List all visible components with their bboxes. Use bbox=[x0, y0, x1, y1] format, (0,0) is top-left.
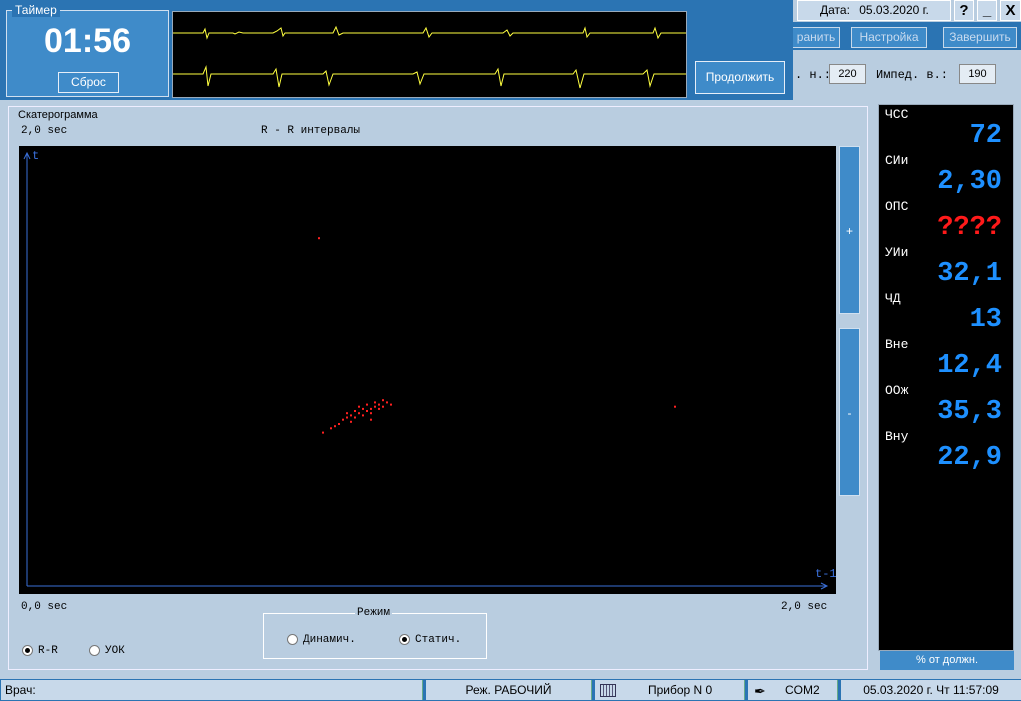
y-axis-label: t bbox=[32, 149, 40, 163]
dynamic-label[interactable]: Динамич. bbox=[303, 634, 356, 646]
ecg-traces bbox=[173, 25, 686, 89]
scatter-point bbox=[342, 418, 344, 421]
scatter-point bbox=[386, 401, 388, 404]
settings-button[interactable]: Настройка bbox=[851, 27, 927, 48]
device-status: Прибор N 0 bbox=[595, 680, 745, 700]
scatter-canvas bbox=[23, 151, 829, 590]
scatter-point bbox=[346, 416, 348, 419]
scatter-point bbox=[382, 399, 384, 402]
rr-label[interactable]: R-R bbox=[38, 645, 58, 657]
scatter-point bbox=[382, 405, 384, 408]
scatter-point bbox=[350, 420, 352, 423]
date-value: 05.03.2020 г. bbox=[859, 3, 929, 17]
param-value: 12,4 bbox=[937, 351, 1002, 381]
param-label: Вне bbox=[885, 337, 909, 352]
scatter-point bbox=[358, 412, 360, 415]
scatter-point bbox=[362, 407, 364, 410]
scatter-point bbox=[374, 401, 376, 404]
scatter-plot bbox=[19, 146, 836, 594]
scatter-point bbox=[390, 403, 392, 406]
param-label: УИи bbox=[885, 245, 909, 260]
scatter-point bbox=[354, 410, 356, 412]
scatter-point bbox=[346, 412, 348, 415]
uok-label[interactable]: УОК bbox=[105, 645, 125, 657]
scatter-point bbox=[322, 431, 324, 434]
mode-status: Реж. РАБОЧИЙ bbox=[426, 680, 592, 700]
y-max-label: 2,0 sec bbox=[21, 125, 68, 137]
static-label[interactable]: Статич. bbox=[415, 634, 461, 646]
date-label: Дата: bbox=[820, 3, 850, 17]
n-label: . н.: bbox=[795, 68, 832, 82]
ecg-trace-top bbox=[173, 25, 686, 40]
rr-radio[interactable] bbox=[22, 645, 33, 656]
param-label: ООж bbox=[885, 383, 909, 398]
scatter-point bbox=[674, 405, 676, 408]
imped-label: Импед. в.: bbox=[876, 68, 949, 82]
percent-norm-button[interactable]: % от должн. bbox=[880, 651, 1014, 670]
n-field[interactable]: 220 bbox=[829, 64, 866, 84]
port-icon: ✒ bbox=[754, 683, 766, 699]
mode-legend: Режим bbox=[355, 607, 393, 619]
ecg-monitor bbox=[172, 11, 687, 98]
scatter-point bbox=[378, 407, 380, 410]
param-value: 35,3 bbox=[937, 397, 1002, 427]
zoom-in-button[interactable]: + bbox=[839, 146, 860, 314]
param-value: ???? bbox=[937, 213, 1002, 243]
x-max-label: 2,0 sec bbox=[781, 601, 828, 613]
uok-radio[interactable] bbox=[89, 645, 100, 656]
scatter-point bbox=[350, 414, 352, 417]
origin-label: 0,0 sec bbox=[21, 601, 68, 613]
scatter-point bbox=[370, 418, 372, 421]
device-icon bbox=[600, 684, 616, 697]
param-label: ЧСС bbox=[885, 107, 909, 122]
finish-button[interactable]: Завершить bbox=[943, 27, 1017, 48]
continue-button[interactable]: Продолжить bbox=[695, 61, 785, 94]
param-value: 32,1 bbox=[937, 259, 1002, 289]
doctor-field: Врач: bbox=[1, 680, 423, 700]
save-button[interactable]: ранить bbox=[793, 27, 840, 48]
port-status: ✒ COM2 bbox=[748, 680, 838, 700]
scatter-point bbox=[330, 427, 332, 430]
scatter-point bbox=[374, 405, 376, 408]
device-label: Прибор N 0 bbox=[648, 683, 713, 697]
scatter-point bbox=[354, 416, 356, 419]
timer-legend: Таймер bbox=[12, 3, 60, 17]
reset-button[interactable]: Сброс bbox=[58, 72, 119, 93]
param-value: 22,9 bbox=[937, 443, 1002, 473]
scatter-point bbox=[378, 403, 380, 406]
scatter-point bbox=[366, 403, 368, 406]
param-label: СИи bbox=[885, 153, 909, 168]
scatter-point bbox=[358, 405, 360, 408]
timer-display: 01:56 bbox=[44, 22, 131, 60]
zoom-out-button[interactable]: - bbox=[839, 328, 860, 496]
param-label: ОПС bbox=[885, 199, 909, 214]
ecg-trace-bottom bbox=[173, 65, 686, 89]
param-label: Вну bbox=[885, 429, 909, 444]
date-panel: Дата: 05.03.2020 г. bbox=[797, 0, 951, 21]
scatter-point bbox=[318, 237, 320, 240]
param-value: 2,30 bbox=[937, 167, 1002, 197]
scatter-point bbox=[334, 425, 336, 428]
param-value: 72 bbox=[969, 121, 1002, 151]
dynamic-radio[interactable] bbox=[287, 634, 298, 645]
static-radio[interactable] bbox=[399, 634, 410, 645]
x-axis-label: t-1 bbox=[815, 567, 837, 581]
scatter-point bbox=[338, 423, 340, 425]
close-button[interactable]: X bbox=[1000, 0, 1021, 21]
scatter-point bbox=[370, 412, 372, 415]
param-value: 13 bbox=[969, 305, 1002, 335]
scatter-points bbox=[318, 237, 676, 434]
help-button[interactable]: ? bbox=[954, 0, 974, 21]
param-label: ЧД bbox=[885, 291, 901, 306]
imped-field[interactable]: 190 bbox=[959, 64, 996, 84]
scatter-point bbox=[366, 410, 368, 412]
chart-title: R - R интервалы bbox=[261, 125, 361, 137]
scattergram-legend: Скатерограмма bbox=[16, 109, 100, 121]
scatter-point bbox=[370, 407, 372, 410]
scatter-point bbox=[362, 414, 364, 417]
port-label: COM2 bbox=[785, 683, 820, 697]
minimize-button[interactable]: _ bbox=[977, 0, 997, 21]
datetime-status: 05.03.2020 г. Чт 11:57:09 bbox=[841, 680, 1021, 700]
